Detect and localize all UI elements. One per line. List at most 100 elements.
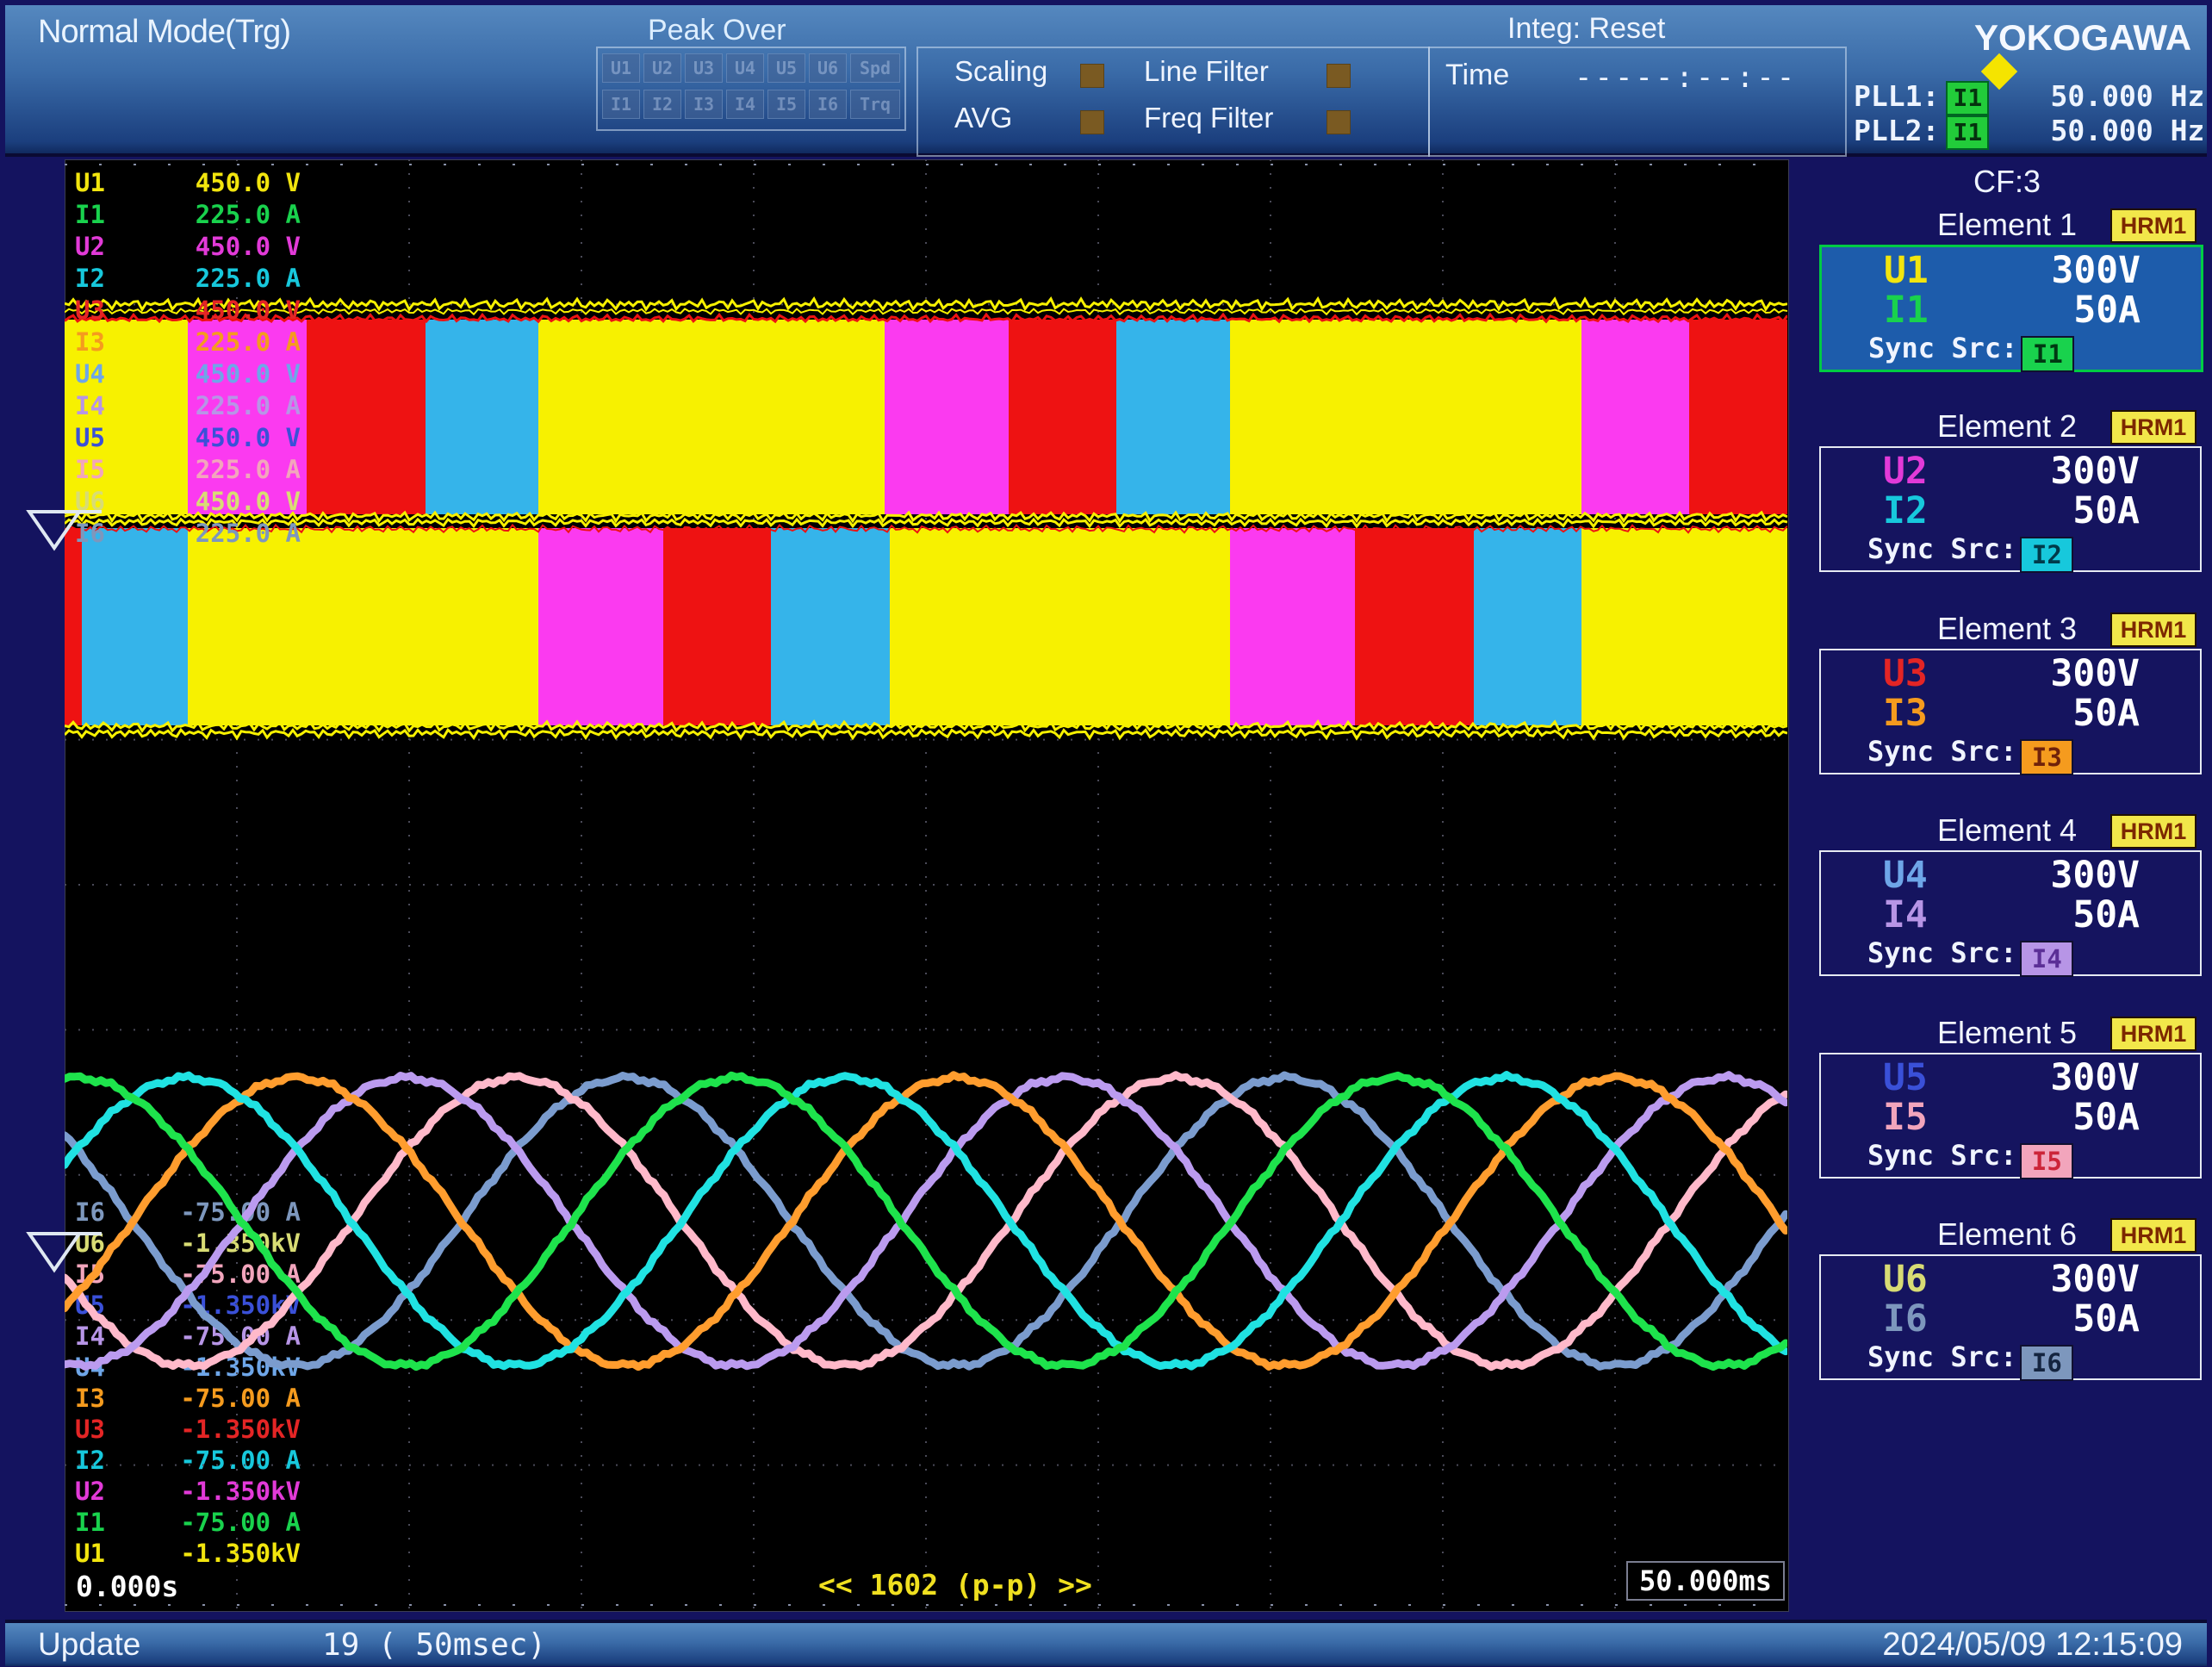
trace-position-marker[interactable] — [22, 505, 105, 555]
sync-source-row: Sync Src:I6 — [1867, 1340, 2073, 1381]
peak-over-badge-u1: U1 — [602, 53, 640, 83]
time-start-label: 0.000s — [76, 1570, 178, 1603]
current-range-value: 50A — [1950, 694, 2140, 733]
filter-status-box: Scaling AVG Line Filter Freq Filter — [916, 47, 1430, 157]
pll-row: PLL1:I150.000 Hz — [1854, 79, 2204, 115]
element-box[interactable]: U3 300V I3 50ASync Src:I3 — [1819, 649, 2202, 774]
peak-over-badge-u5: U5 — [767, 53, 805, 83]
current-range-value: 50A — [1950, 491, 2140, 531]
peak-over-row-voltage: U1U2U3U4U5U6Spd — [602, 53, 904, 83]
peak-over-badge-i2: I2 — [643, 90, 681, 119]
peak-over-badge-i1: I1 — [602, 90, 640, 119]
trace-position-marker[interactable] — [22, 1227, 105, 1277]
element-title: Element 3 — [1878, 611, 2136, 647]
voltage-range-row: U6 — [1883, 1260, 1928, 1299]
analyzer-screen: Normal Mode(Trg) Peak Over U1U2U3U4U5U6S… — [0, 0, 2212, 1667]
pll-label: PLL2: — [1854, 114, 1939, 147]
current-range-row: I5 — [1883, 1098, 1928, 1137]
element-title: Element 6 — [1878, 1216, 2136, 1253]
element-title: Element 2 — [1878, 408, 2136, 445]
sync-source-row: Sync Src:I4 — [1867, 936, 2073, 977]
status-bar: Update 19 ( 50msec) 2024/05/09 12:15:09 — [5, 1620, 2207, 1666]
harmonics-badge: HRM1 — [2110, 613, 2196, 647]
peak-over-badge-u6: U6 — [809, 53, 847, 83]
sync-source-row: Sync Src:I5 — [1867, 1139, 2073, 1179]
element-box[interactable]: U2300VI250ASync Src:I2 — [1819, 446, 2202, 572]
update-label: Update — [38, 1627, 140, 1663]
current-range-value: 50A — [1951, 290, 2141, 330]
scaling-indicator — [1080, 64, 1104, 88]
peak-over-badge-i4: I4 — [726, 90, 764, 119]
voltage-range-row: U4 — [1883, 855, 1928, 895]
peak-over-badge-u4: U4 — [726, 53, 764, 83]
sync-source-badge: I1 — [2021, 336, 2074, 372]
voltage-range-row: U1 — [1884, 251, 1929, 290]
pll-source-badge: I1 — [1946, 81, 1989, 115]
integ-status: Integ: Reset — [1507, 12, 1665, 46]
harmonics-badge: HRM1 — [2110, 1017, 2196, 1051]
pll-frequency: 50.000 Hz — [1989, 79, 2204, 113]
peak-over-indicator-box: U1U2U3U4U5U6Spd I1I2I3I4I5I6Trq — [596, 47, 906, 131]
pll-source-badge: I1 — [1946, 115, 1989, 150]
avg-label: AVG — [954, 102, 1012, 134]
peak-over-badge-i5: I5 — [767, 90, 805, 119]
sync-source-row: Sync Src:I1 — [1868, 332, 2074, 372]
sync-source-badge: I6 — [2020, 1345, 2073, 1381]
element-title: Element 1 — [1878, 207, 2136, 243]
element-box[interactable]: U1 300V I1 50ASync Src:I1 — [1819, 245, 2203, 372]
peak-over-badge-u3: U3 — [685, 53, 723, 83]
peak-over-label: Peak Over — [648, 14, 786, 47]
voltage-range-value: 300V — [1951, 251, 2141, 290]
time-span-label: 50.000ms — [1626, 1561, 1785, 1601]
line-filter-label: Line Filter — [1144, 55, 1269, 88]
element-title: Element 4 — [1878, 812, 2136, 849]
current-range-value: 50A — [1950, 895, 2140, 935]
peak-over-badge-trq: Trq — [850, 90, 900, 119]
harmonics-badge: HRM1 — [2110, 208, 2196, 243]
line-filter-indicator — [1327, 64, 1351, 88]
integ-time-label: Time — [1445, 59, 1509, 92]
current-range-row: I6 — [1883, 1299, 1928, 1339]
voltage-range-value: 300V — [1950, 1058, 2140, 1098]
peak-over-row-current: I1I2I3I4I5I6Trq — [602, 90, 904, 119]
current-range-row: I1 — [1884, 290, 1929, 330]
harmonics-badge: HRM1 — [2110, 410, 2196, 445]
voltage-range-value: 300V — [1950, 654, 2140, 694]
freq-filter-indicator — [1327, 110, 1351, 134]
peak-over-badge-i3: I3 — [685, 90, 723, 119]
integ-time-value: -----:--:-- — [1575, 60, 1797, 95]
peak-over-badge-u2: U2 — [643, 53, 681, 83]
current-range-row: I2 — [1883, 491, 1928, 531]
voltage-range-value: 300V — [1950, 451, 2140, 491]
voltage-range-row: U3 — [1883, 654, 1928, 694]
harmonics-badge: HRM1 — [2110, 1218, 2196, 1253]
voltage-range-row: U2 — [1883, 451, 1928, 491]
current-range-value: 50A — [1950, 1098, 2140, 1137]
element-box[interactable]: U5 300V I5 50ASync Src:I5 — [1819, 1053, 2202, 1179]
freq-filter-label: Freq Filter — [1144, 102, 1273, 134]
element-box[interactable]: U6300VI650ASync Src:I6 — [1819, 1254, 2202, 1380]
element-box[interactable]: U4 300V I4 50ASync Src:I4 — [1819, 850, 2202, 976]
voltage-range-value: 300V — [1950, 855, 2140, 895]
header-bar: Normal Mode(Trg) Peak Over U1U2U3U4U5U6S… — [5, 5, 2207, 157]
scaling-label: Scaling — [954, 55, 1047, 88]
crest-factor-label: CF:3 — [1878, 164, 2136, 200]
sync-source-badge: I5 — [2020, 1143, 2073, 1179]
sync-source-row: Sync Src:I3 — [1867, 735, 2073, 775]
element-title: Element 5 — [1878, 1015, 2136, 1051]
pp-readout: << 1602 (p-p) >> — [818, 1568, 1092, 1602]
current-range-row: I3 — [1883, 694, 1928, 733]
peak-over-badge-spd: Spd — [850, 53, 900, 83]
avg-indicator — [1080, 110, 1104, 134]
plot-svg — [65, 159, 1787, 1610]
sync-source-badge: I3 — [2020, 739, 2073, 775]
voltage-range-row: U5 — [1883, 1058, 1928, 1098]
current-range-value: 50A — [1950, 1299, 2140, 1339]
sync-source-badge: I2 — [2020, 537, 2073, 573]
pll-row: PLL2:I150.000 Hz — [1854, 114, 2204, 150]
sync-source-badge: I4 — [2020, 941, 2073, 977]
mode-label: Normal Mode(Trg) — [38, 14, 290, 51]
harmonics-badge: HRM1 — [2110, 814, 2196, 849]
datetime: 2024/05/09 12:15:09 — [1882, 1627, 2183, 1664]
brand: YOKOGAWA — [1974, 17, 2207, 87]
